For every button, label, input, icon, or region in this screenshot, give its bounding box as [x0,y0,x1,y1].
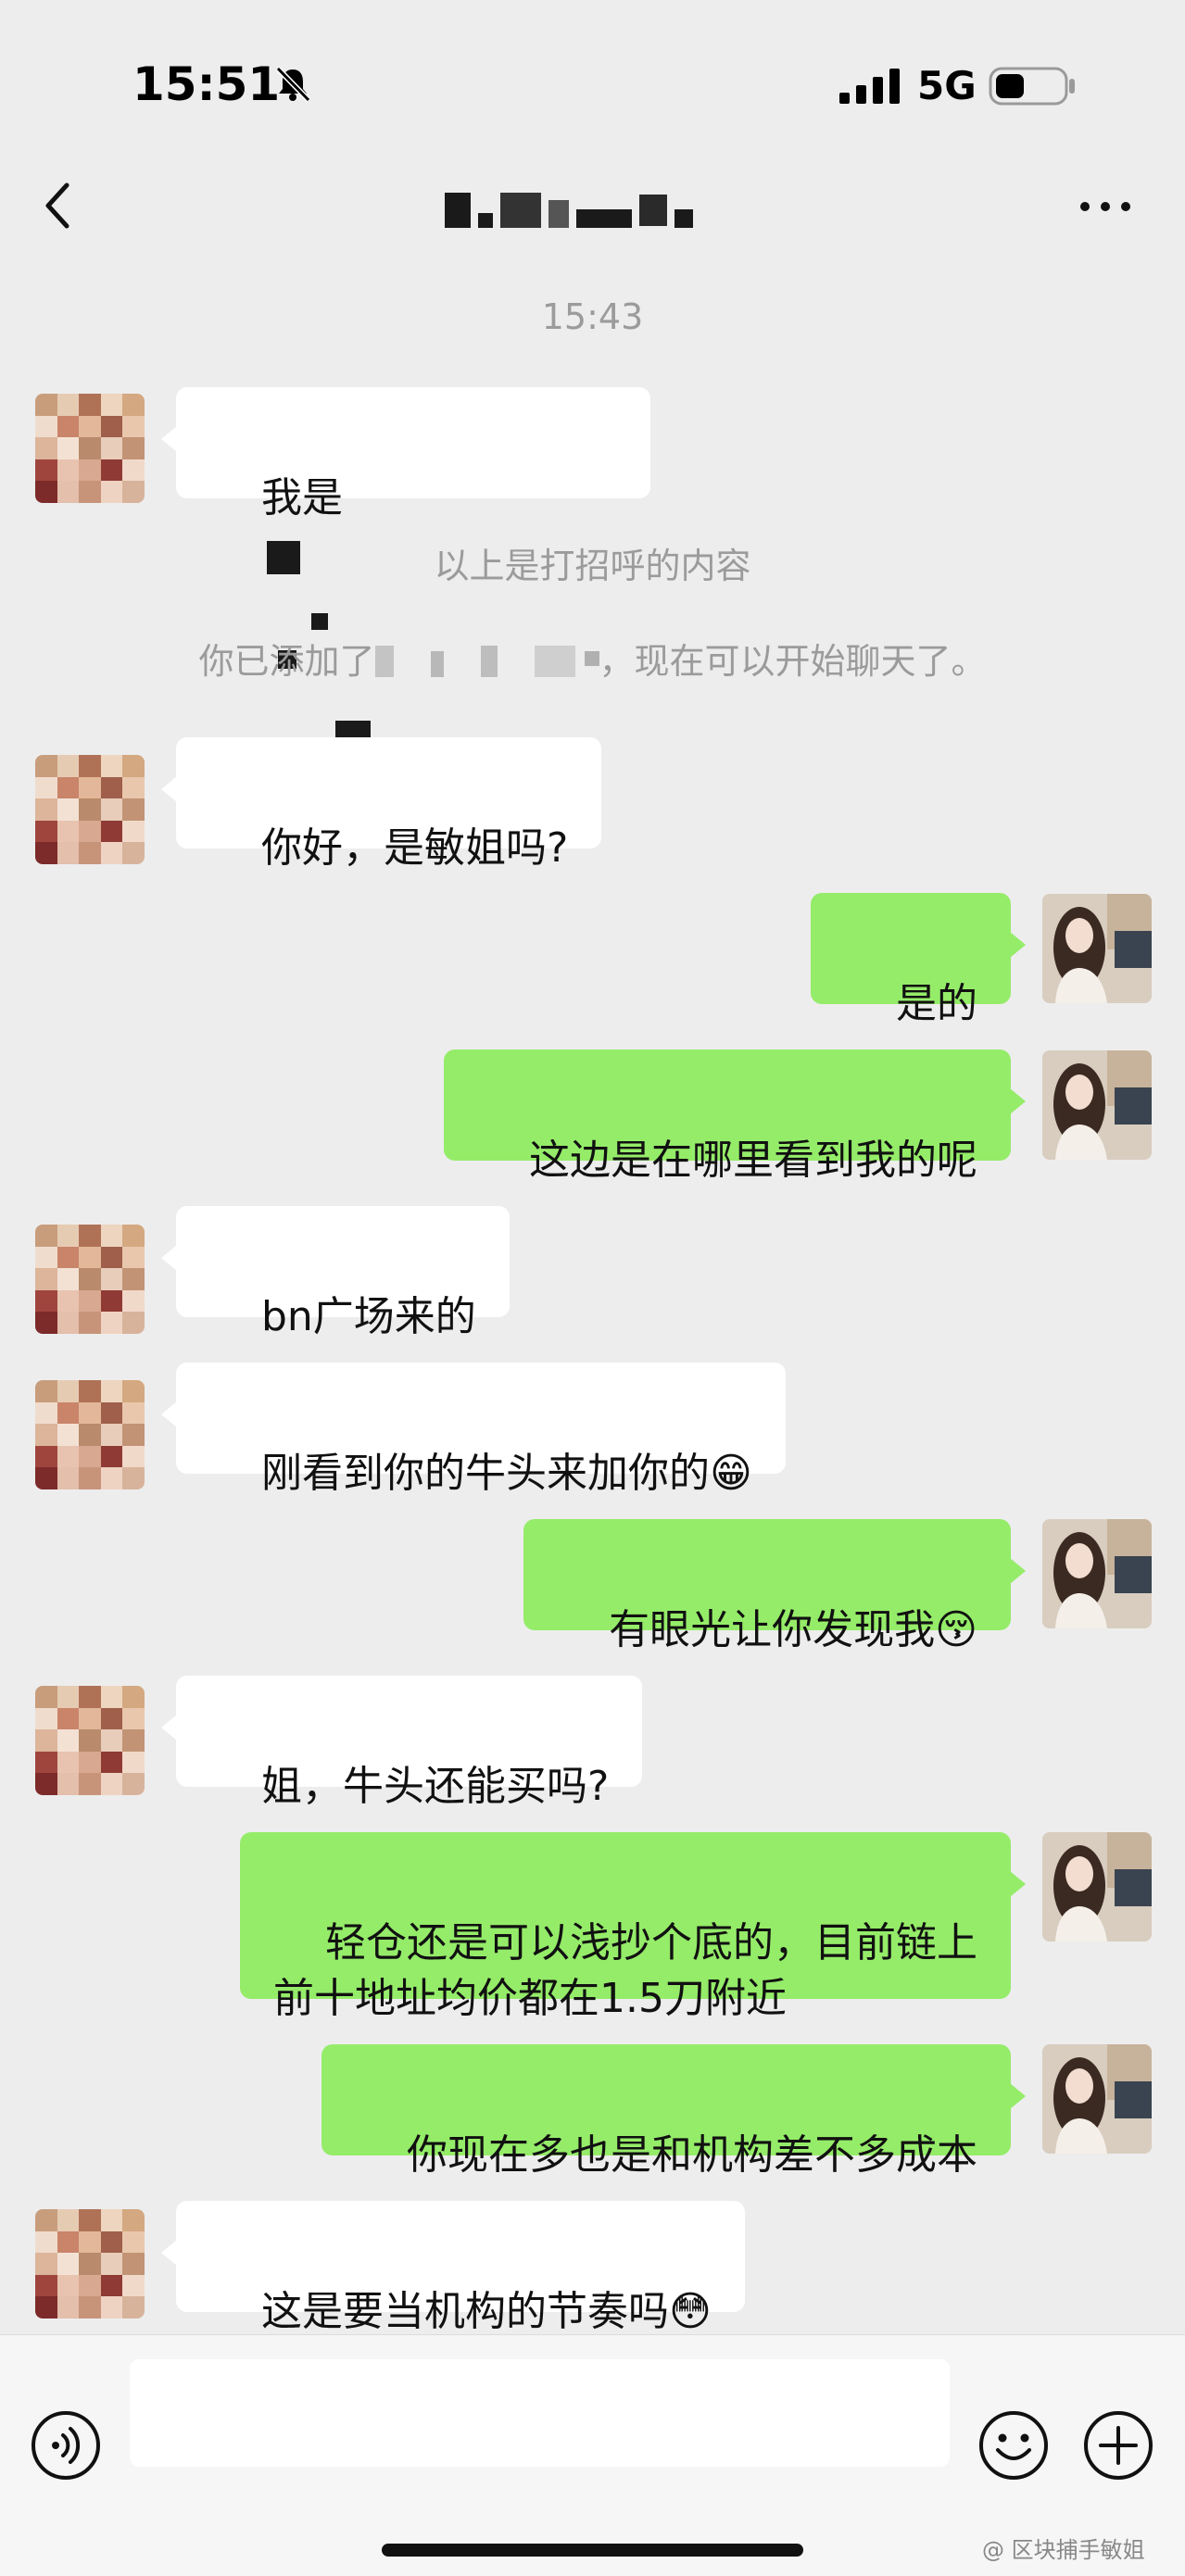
watermark: @ 区块捕手敏姐 [982,2537,1145,2563]
message-text: bn广场来的 [260,1293,476,1340]
more-dots-icon[interactable] [1078,193,1133,220]
status-bar: 15:51 5G [0,0,1185,139]
message-text: 有眼光让你发现我😚 [609,1606,977,1653]
nav-bar [0,139,1185,269]
voice-icon[interactable] [30,2409,102,2482]
home-indicator[interactable] [382,2544,803,2557]
message-bubble-incoming[interactable]: 你好，是敏姐吗? [160,737,602,872]
message-bubble-outgoing[interactable]: 这边是在哪里看到我的呢 [444,1049,1026,1184]
user-avatar[interactable] [1042,894,1152,1003]
contact-avatar[interactable] [35,2209,145,2318]
added-notice: 你已添加了 ，现在可以开始聊天了。 [0,633,1185,684]
message-bubble-outgoing[interactable]: 轻仓还是可以浅抄个底的，目前链上 前十地址均价都在1.5刀附近 [240,1832,1026,2022]
user-avatar[interactable] [1042,1050,1152,1160]
contact-avatar[interactable] [35,394,145,503]
contact-avatar[interactable] [35,1225,145,1334]
message-text: 是的 [896,980,977,1027]
user-avatar-image [1042,1519,1152,1628]
greeting-note: 以上是打招呼的内容 [434,546,751,586]
status-time: 15:51 [132,57,281,111]
user-avatar[interactable] [1042,1832,1152,1941]
input-bar: @ 区块捕手敏姐 [0,2334,1185,2576]
contact-avatar[interactable] [35,755,145,864]
user-avatar-image [1042,1050,1152,1160]
message-bubble-outgoing[interactable]: 是的 [811,893,1026,1027]
timestamp: 15:43 [541,296,644,337]
user-avatar[interactable] [1042,1519,1152,1628]
message-bubble-incoming[interactable]: 这是要当机构的节奏吗😳 [161,2201,745,2334]
message-text: 姐，牛头还能买吗? [260,1763,610,1810]
message-bubble-incoming[interactable]: 我是 [161,387,650,739]
bell-muted-icon [275,66,311,103]
message-bubble-incoming[interactable]: 姐，牛头还能买吗? [160,1676,643,1810]
network-type: 5G [917,63,977,108]
message-text: 这边是在哪里看到我的呢 [529,1137,977,1184]
message-bubble-incoming[interactable]: 刚看到你的牛头来加你的😁 [161,1363,786,1497]
message-text: 轻仓还是可以浅抄个底的，目前链上 前十地址均价都在1.5刀附近 [273,1919,977,2022]
signal-icon [839,69,900,104]
message-text: 我是 [260,474,343,521]
user-avatar-image [1042,894,1152,1003]
contact-avatar[interactable] [35,1380,145,1489]
battery-icon [989,67,1075,106]
contact-avatar[interactable] [35,1686,145,1795]
message-bubble-outgoing[interactable]: 你现在多也是和机构差不多成本 [321,2044,1026,2179]
message-bubble-outgoing[interactable]: 有眼光让你发现我😚 [523,1519,1026,1653]
message-text: 你好，是敏姐吗? [260,824,569,872]
chat-area[interactable]: 15:43 我是 以上是打招呼的内容 你已添加了 ，现在可以开始聊天了。 你好，是… [0,269,1185,2334]
user-avatar-image [1042,2044,1152,2154]
added-notice-prefix: 你已添加了 [198,641,375,682]
message-text: 这是要当机构的节奏吗😳 [260,2288,712,2334]
chat-title-redacted [445,190,760,231]
added-notice-suffix: ，现在可以开始聊天了。 [599,641,987,682]
emoji-icon[interactable] [977,2409,1050,2482]
message-input[interactable] [130,2359,950,2467]
message-text: 你现在多也是和机构差不多成本 [407,2131,977,2179]
user-avatar[interactable] [1042,2044,1152,2154]
user-avatar-image [1042,1832,1152,1941]
message-bubble-incoming[interactable]: bn广场来的 [161,1206,510,1340]
plus-icon[interactable] [1082,2409,1154,2482]
message-text: 刚看到你的牛头来加你的😁 [260,1450,752,1497]
chevron-left-icon[interactable] [35,176,82,235]
